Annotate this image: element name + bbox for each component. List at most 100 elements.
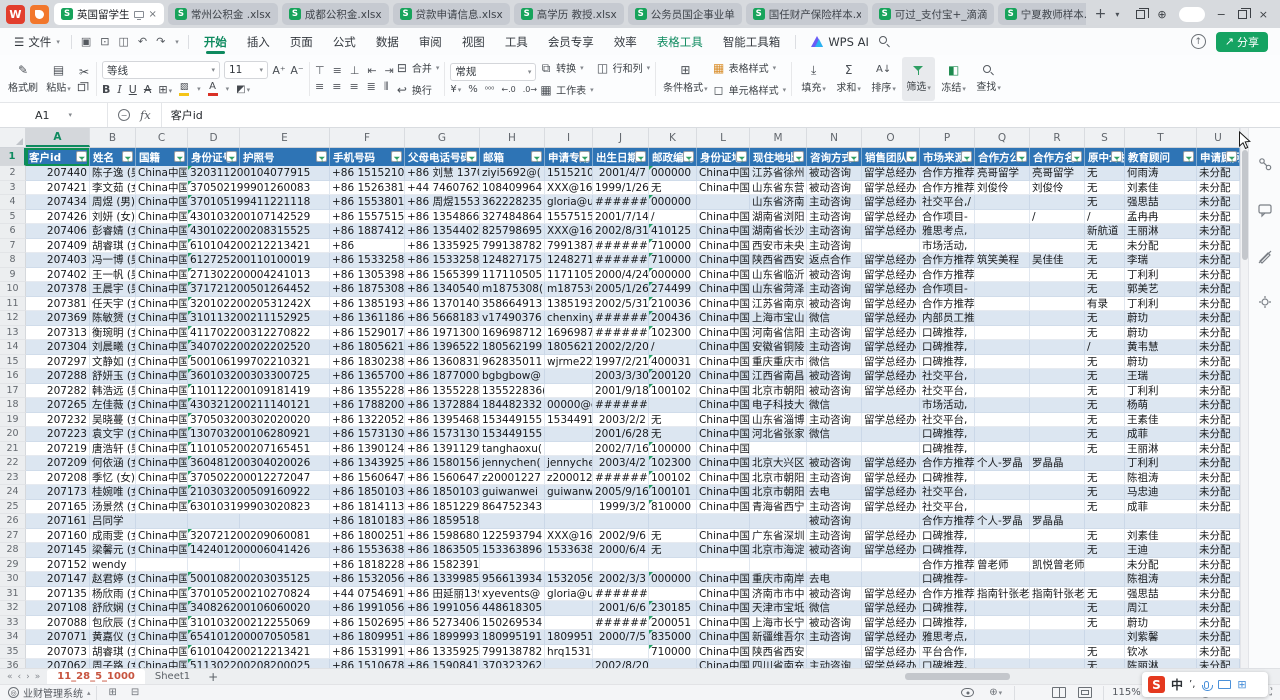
cell-J21[interactable]: 2002/7/16	[593, 442, 649, 457]
cell-K3[interactable]: 无	[649, 181, 697, 196]
cell-J13[interactable]: ########	[593, 326, 649, 341]
row-header-33[interactable]: 33	[0, 616, 26, 631]
cell-U4[interactable]: 未分配	[1197, 195, 1240, 210]
cell-P27[interactable]: 口碑推荐,	[920, 529, 975, 544]
cell-T36[interactable]: 陈丽淋	[1125, 659, 1197, 668]
cell-N12[interactable]: 微信	[807, 311, 862, 326]
cell-F28[interactable]: +86 15536380(	[330, 543, 405, 558]
cell-P33[interactable]: 口碑推荐,	[920, 616, 975, 631]
cell-J16[interactable]: 2003/3/30	[593, 369, 649, 384]
cell-E29[interactable]	[240, 558, 330, 573]
cell-C26[interactable]	[136, 514, 188, 529]
cell-K19[interactable]: 无	[649, 413, 697, 428]
col-header-C[interactable]: C	[136, 128, 188, 147]
cell-Q26[interactable]: 个人-罗晶	[975, 514, 1030, 529]
cell-M20[interactable]: 河北省张家	[750, 427, 807, 442]
cell-O22[interactable]: 留学总经办	[862, 456, 920, 471]
cell-O18[interactable]	[862, 398, 920, 413]
cell-R13[interactable]	[1030, 326, 1085, 341]
cell-K12[interactable]: 200436	[649, 311, 697, 326]
cell-S18[interactable]: 无	[1085, 398, 1125, 413]
cell-D20[interactable]: 130703200106280921	[188, 427, 240, 442]
cell-S17[interactable]: 无	[1085, 384, 1125, 399]
cell-R27[interactable]	[1030, 529, 1085, 544]
cell-I19[interactable]: 15344915(	[545, 413, 593, 428]
cell-G33[interactable]: +86 52734062	[405, 616, 480, 631]
cell-I13[interactable]: 169698712	[545, 326, 593, 341]
cell-J5[interactable]: 2001/7/14	[593, 210, 649, 225]
cell-S20[interactable]: 无	[1085, 427, 1125, 442]
cell-L36[interactable]: China中国	[697, 659, 750, 668]
cell-P25[interactable]: 社交平台,	[920, 500, 975, 515]
cell-Q4[interactable]	[975, 195, 1030, 210]
cell-L12[interactable]: China中国	[697, 311, 750, 326]
cell-K29[interactable]	[649, 558, 697, 573]
increase-decimal-icon[interactable]: ←.0	[501, 85, 515, 94]
cell-C23[interactable]: China中国	[136, 471, 188, 486]
cell-U27[interactable]: 未分配	[1197, 529, 1240, 544]
cell-S11[interactable]: 有录	[1085, 297, 1125, 312]
cell-O17[interactable]: 留学总经办	[862, 384, 920, 399]
cell-A9[interactable]: 207402	[26, 268, 90, 283]
cell-L34[interactable]: China中国	[697, 630, 750, 645]
row-header-12[interactable]: 12	[0, 311, 26, 326]
row-header-34[interactable]: 34	[0, 630, 26, 645]
cell-T28[interactable]: 王迪	[1125, 543, 1197, 558]
cell-N33[interactable]: 被动咨询	[807, 616, 862, 631]
cell-T9[interactable]: 丁利利	[1125, 268, 1197, 283]
cell-O25[interactable]: 留学总经办	[862, 500, 920, 515]
upload-icon[interactable]: ↑	[1191, 34, 1206, 49]
cell-D23[interactable]: 370502200012272047	[188, 471, 240, 486]
cell-Q19[interactable]	[975, 413, 1030, 428]
cell-B19[interactable]: 吴晓蔓 (女	[90, 413, 136, 428]
filter-button-I[interactable]	[579, 151, 590, 162]
cell-P30[interactable]: 口碑推荐-	[920, 572, 975, 587]
filter-button-J[interactable]	[635, 151, 646, 162]
cell-H29[interactable]	[480, 558, 545, 573]
insert-function-icon[interactable]: fx	[140, 108, 151, 122]
cell-O13[interactable]: 留学总经办	[862, 326, 920, 341]
cell-H10[interactable]: m1875308(	[480, 282, 545, 297]
cell-K20[interactable]: 无	[649, 427, 697, 442]
cell-D26[interactable]	[188, 514, 240, 529]
cell-A16[interactable]: 207288	[26, 369, 90, 384]
cell-R1[interactable]: 合作方名	[1030, 148, 1085, 166]
cell-N31[interactable]: 被动咨询	[807, 587, 862, 602]
cell-C30[interactable]: China中国	[136, 572, 188, 587]
cell-P28[interactable]: 口碑推荐,	[920, 543, 975, 558]
cell-A17[interactable]: 207282	[26, 384, 90, 399]
cell-M35[interactable]: 陕西省西安	[750, 645, 807, 660]
cell-J1[interactable]: 出生日期	[593, 148, 649, 166]
cell-D11[interactable]: 32010220020531242X	[188, 297, 240, 312]
copy-icon[interactable]	[78, 84, 85, 91]
cell-C4[interactable]: China中国	[136, 195, 188, 210]
cell-Q21[interactable]	[975, 442, 1030, 457]
cell-J22[interactable]: 2003/4/2	[593, 456, 649, 471]
cell-G3[interactable]: +44 7460762888	[405, 181, 480, 196]
cell-R24[interactable]	[1030, 485, 1085, 500]
row-header-4[interactable]: 4	[0, 195, 26, 210]
cell-J28[interactable]: 2000/6/4	[593, 543, 649, 558]
cell-J14[interactable]: 2002/2/20	[593, 340, 649, 355]
cell-L28[interactable]: China中国	[697, 543, 750, 558]
font-color-button[interactable]: A	[208, 82, 218, 96]
cell-L16[interactable]: China中国	[697, 369, 750, 384]
row-header-26[interactable]: 26	[0, 514, 26, 529]
contacts-icon[interactable]	[1257, 156, 1273, 172]
cell-S1[interactable]: 原中介机	[1085, 148, 1125, 166]
cell-F11[interactable]: +86 13851932(	[330, 297, 405, 312]
cell-S3[interactable]: 无	[1085, 181, 1125, 196]
cell-B3[interactable]: 李文茹 (女	[90, 181, 136, 196]
document-tab[interactable]: S英国留学生×	[54, 3, 164, 25]
row-header-6[interactable]: 6	[0, 224, 26, 239]
cell-J2[interactable]: 2001/4/7	[593, 166, 649, 181]
macro-icon[interactable]: ⊟	[124, 687, 146, 698]
cell-I24[interactable]: guiwanwei	[545, 485, 593, 500]
col-header-I[interactable]: I	[545, 128, 593, 147]
cell-T19[interactable]: 王素佳	[1125, 413, 1197, 428]
cell-F15[interactable]: +86 18302388!	[330, 355, 405, 370]
cell-R18[interactable]	[1030, 398, 1085, 413]
cell-S19[interactable]: 无	[1085, 413, 1125, 428]
bold-button[interactable]: B	[102, 83, 110, 96]
cell-M3[interactable]: 山东省东营	[750, 181, 807, 196]
